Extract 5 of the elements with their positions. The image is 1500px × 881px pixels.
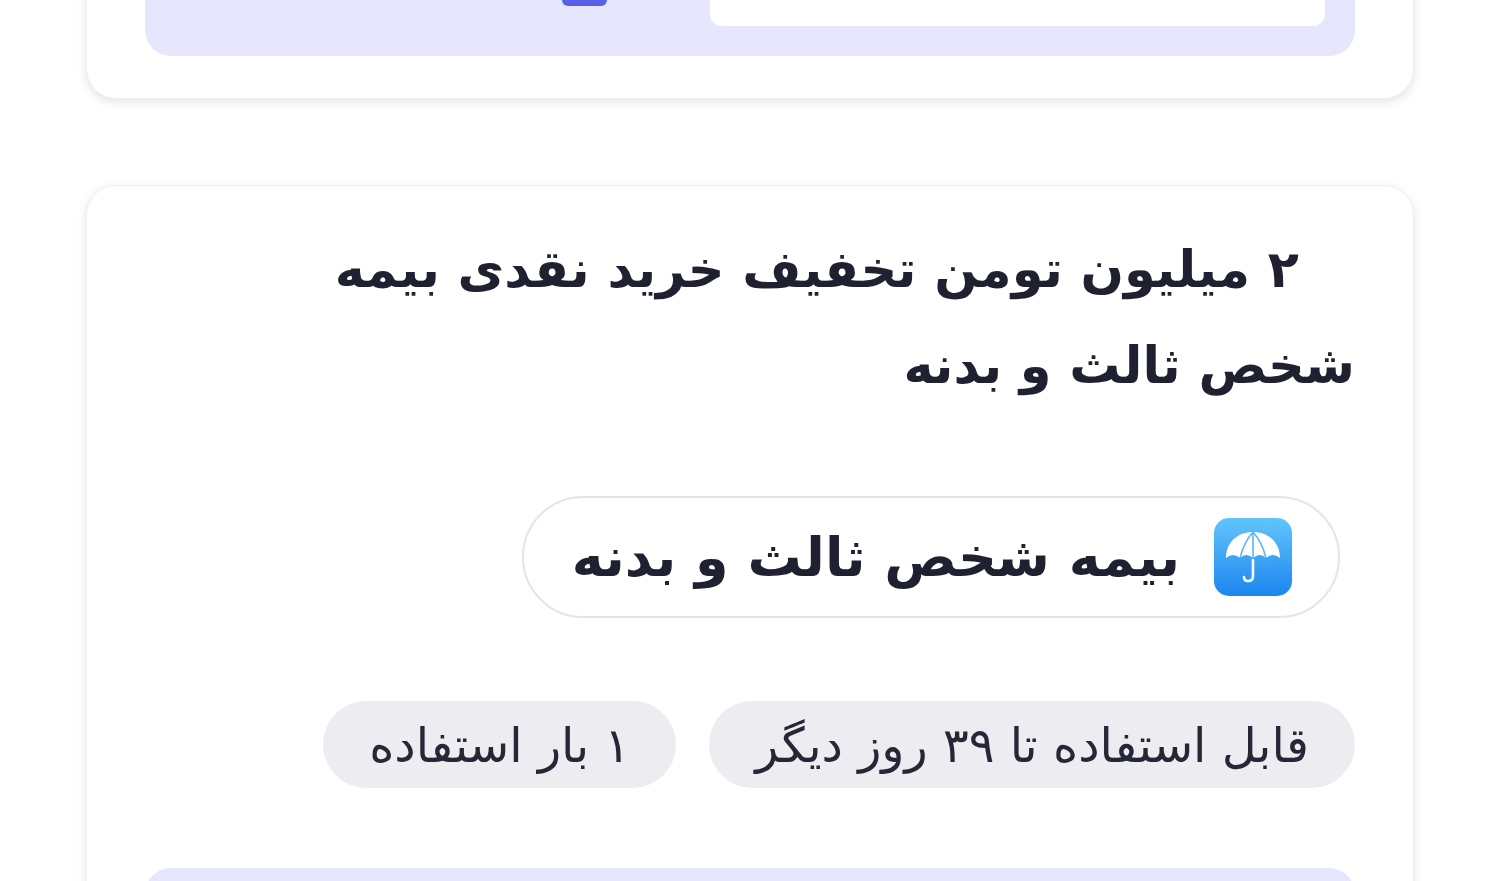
- info-tag: قابل استفاده تا ۳۹ روز دیگر: [709, 701, 1355, 788]
- info-tag: ۱ بار استفاده: [323, 701, 677, 788]
- category-chip[interactable]: بیمه شخص ثالث و بدنه: [521, 496, 1340, 618]
- umbrella-icon: [1214, 518, 1292, 596]
- offer-title: ۲ میلیون تومن تخفیف خرید نقدی بیمه شخص ثالث و بدنه: [333, 239, 1355, 398]
